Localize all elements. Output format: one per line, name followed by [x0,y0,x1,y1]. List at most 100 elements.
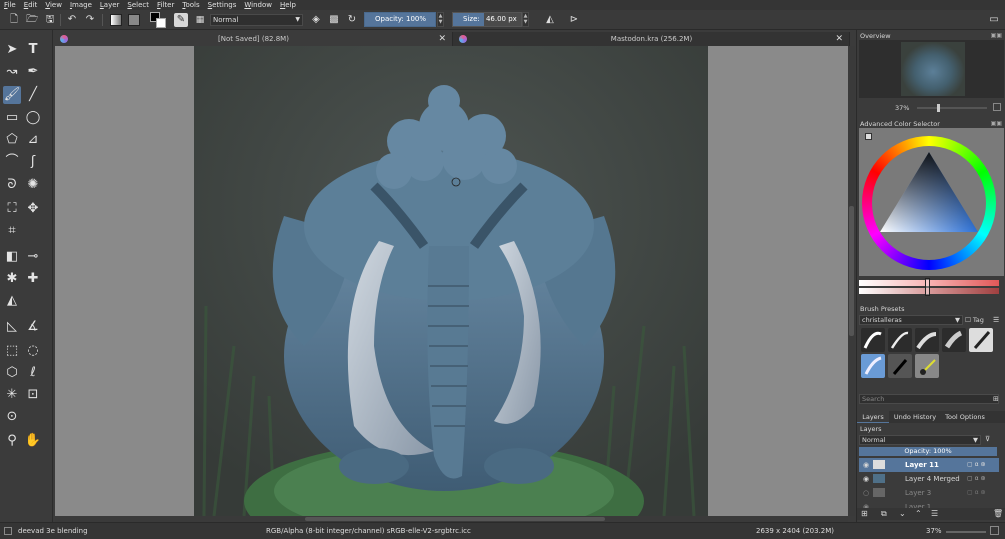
size-spinner[interactable]: ▲ ▼ [522,12,529,27]
overview-zoom-slider[interactable] [917,104,987,112]
tab-undo-history[interactable]: Undo History [891,411,939,423]
menu-image[interactable]: Image [70,1,92,9]
visibility-hidden-icon[interactable]: ○ [863,486,869,500]
workspace-switcher-icon[interactable]: ▭ [988,14,1000,26]
pan-tool-icon[interactable]: ✋ [24,432,42,450]
layer-blend-mode-select[interactable]: Normal ▼ [859,435,981,445]
color-selector-panel[interactable] [859,128,1004,276]
contiguous-selection-icon[interactable]: ✳ [3,386,21,404]
tab-not-saved[interactable]: [Not Saved] (82.8M) ✕ [55,32,453,46]
layer-properties-icon[interactable]: ☰ [931,509,938,518]
smart-patch-tool-icon[interactable]: ✚ [24,270,42,288]
multibrush-tool-icon[interactable]: ✺ [24,176,42,194]
layer-filter-icon[interactable]: ⊽ [985,435,990,443]
dynamic-brush-tool-icon[interactable]: ᘐ [3,176,21,194]
mirror-vertical-icon[interactable]: ⊳ [568,14,580,26]
menu-window[interactable]: Window [244,1,272,9]
layer-opacity-slider[interactable]: Opacity: 100% [859,447,997,456]
open-document-icon[interactable]: 🗁 [26,14,38,26]
rectangular-selection-icon[interactable]: ⬚ [3,342,21,360]
menu-settings[interactable]: Settings [208,1,237,9]
tab-tool-options[interactable]: Tool Options [942,411,988,423]
redo-icon[interactable]: ↷ [84,14,96,26]
brush-preset-icon[interactable]: ✎ [174,13,188,27]
pattern-swatch[interactable] [128,14,140,26]
saturation-value-triangle[interactable] [872,146,986,260]
close-tab-icon[interactable]: ✕ [835,32,843,46]
select-shapes-tool-icon[interactable]: ➤ [3,41,21,59]
size-slider[interactable]: Size: 46.00 px [452,12,522,27]
layer-lock-icon[interactable]: ▢ α ⊛ [967,458,985,472]
polygon-tool-icon[interactable]: ⬠ [3,131,21,149]
layer-row[interactable]: ◉ Layer 1 [859,500,999,508]
move-tool-icon[interactable]: ✥ [24,200,42,218]
move-layer-up-icon[interactable]: ⌃ [915,509,922,518]
rectangle-tool-icon[interactable]: ▭ [3,109,21,127]
freehand-brush-tool-icon[interactable]: 🖌 [3,86,21,104]
eraser-mode-icon[interactable]: ◈ [310,14,322,26]
gradient-tool-icon[interactable]: ◧ [3,248,21,266]
undo-icon[interactable]: ↶ [66,14,78,26]
colorize-mask-tool-icon[interactable]: ✱ [3,270,21,288]
brush-save-icon[interactable]: ⊞ [993,395,999,403]
brush-preset-item[interactable] [915,354,939,378]
delete-layer-icon[interactable]: 🗑 [993,509,1003,518]
canvas-area[interactable] [55,46,848,516]
brush-preset-item[interactable] [861,328,885,352]
zoom-fit-icon[interactable] [990,526,999,535]
polyline-tool-icon[interactable]: ⊿ [24,131,42,149]
opacity-slider[interactable]: Opacity: 100% [364,12,436,27]
gradient-swatch[interactable] [110,14,122,26]
menu-layer[interactable]: Layer [100,1,120,9]
color-picker-tool-icon[interactable]: ⊸ [24,248,42,266]
calligraphy-tool-icon[interactable]: ✒ [24,63,42,81]
brush-preset-item[interactable] [888,328,912,352]
preserve-alpha-icon[interactable]: ▩ [328,14,340,26]
layer-lock-icon[interactable]: ▢ α ⊛ [967,486,985,500]
freehand-selection-icon[interactable]: ℓ [24,364,42,382]
hue-ring[interactable] [862,136,996,270]
menu-file[interactable]: File [4,1,16,9]
brush-search-input[interactable]: Search [859,394,999,404]
mirror-horizontal-icon[interactable]: ◭ [544,14,556,26]
brush-preset-filter[interactable]: christalleras ▼ [859,315,963,325]
tab-mastodon[interactable]: Mastodon.kra (256.2M) ✕ [454,32,850,46]
menu-view[interactable]: View [45,1,62,9]
color-bar-handle[interactable] [925,278,930,296]
text-tool-icon[interactable]: T [24,41,42,59]
vertical-scrollbar[interactable] [848,46,855,516]
elliptical-selection-icon[interactable]: ◌ [24,342,42,360]
brush-preset-item[interactable] [969,328,993,352]
reload-preset-icon[interactable]: ↻ [346,14,358,26]
painting-canvas[interactable] [194,46,708,516]
bezier-curve-tool-icon[interactable]: ⌒ [3,153,21,171]
ellipse-tool-icon[interactable]: ◯ [24,109,42,127]
brush-preset-item[interactable] [915,328,939,352]
menu-tools[interactable]: Tools [182,1,199,9]
brush-preset-item[interactable] [942,328,966,352]
duplicate-layer-icon[interactable]: ⧉ [881,509,887,519]
layer-row[interactable]: ○ Layer 3 ▢ α ⊛ [859,486,999,500]
polygonal-selection-icon[interactable]: ⬡ [3,364,21,382]
menu-filter[interactable]: Filter [157,1,174,9]
brush-preset-item[interactable] [888,354,912,378]
zoom-tool-icon[interactable]: ⚲ [3,432,21,450]
move-layer-down-icon[interactable]: ⌄ [899,509,906,518]
brush-list-menu-icon[interactable]: ☰ [993,316,999,324]
background-color-swatch[interactable] [156,18,166,28]
brush-tag-button[interactable]: ☐ Tag [965,315,984,325]
close-tab-icon[interactable]: ✕ [438,32,446,46]
add-layer-icon[interactable]: ⊞ [861,509,868,518]
crop-tool-icon[interactable]: ⌗ [3,222,21,240]
layer-row[interactable]: ◉ Layer 4 Merged ▢ α ⊛ [859,472,999,486]
visibility-eye-icon[interactable]: ◉ [863,500,869,508]
measure-tool-icon[interactable]: ∡ [24,318,42,336]
edit-shapes-tool-icon[interactable]: ↝ [3,63,21,81]
workspace-grid-icon[interactable]: ▦ [194,14,206,26]
transform-tool-icon[interactable]: ⛶ [3,200,21,218]
layer-lock-icon[interactable]: ▢ α ⊛ [967,472,985,486]
menu-select[interactable]: Select [127,1,149,9]
overview-zoom-reset-icon[interactable] [993,103,1001,111]
color-selector-dock-buttons[interactable]: ▣▣ [991,120,1002,127]
layer-row-selected[interactable]: ◉ Layer 11 ▢ α ⊛ [859,458,999,472]
